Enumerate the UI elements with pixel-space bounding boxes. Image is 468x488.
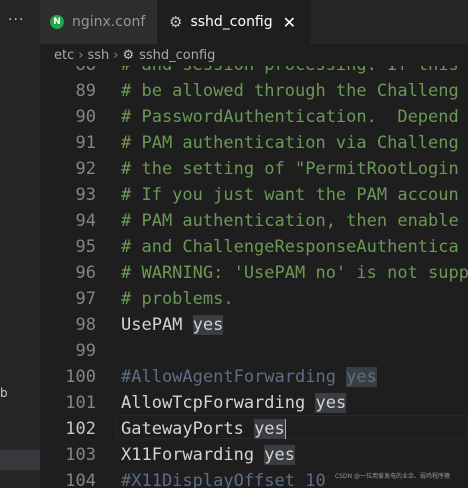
sidebar-selected-row[interactable] (0, 450, 40, 470)
comment-text: # PAM authentication, then enable (121, 211, 459, 231)
code-line: 92 # the setting of "PermitRootLogin (40, 156, 468, 182)
code-line: 100 #AllowAgentForwarding yes (40, 364, 468, 390)
sidebar-text-fragment: b (0, 386, 8, 400)
config-key: #AllowAgentForwarding (121, 367, 347, 387)
line-number: 103 (65, 445, 96, 465)
code-line: 95 # and ChallengeResponseAuthentica (40, 234, 468, 260)
line-number: 91 (75, 133, 96, 153)
comment-text: # PasswordAuthentication. Depend (121, 107, 459, 127)
code-line: 96 # WARNING: 'UsePAM no' is not supp (40, 260, 468, 286)
comment-text: # PAM authentication via Challeng (121, 133, 459, 153)
line-number: 92 (75, 159, 96, 179)
line-number: 99 (75, 341, 96, 361)
code-line: 91 # PAM authentication via Challeng (40, 130, 468, 156)
code-line: 103 X11Forwarding yes (40, 442, 468, 468)
commented-config-line: #AllowAgentForwarding yes (121, 364, 377, 390)
line-number: 94 (75, 211, 96, 231)
comment-text: #X11DisplayOffset 10 (121, 471, 326, 488)
breadcrumb-separator: › (78, 47, 84, 63)
text-cursor (284, 419, 286, 439)
code-line: 90 # PasswordAuthentication. Depend (40, 104, 468, 130)
code-line: 88 # and session processing. If this (40, 66, 468, 78)
comment-text: # the setting of "PermitRootLogin (121, 159, 459, 179)
config-key: AllowTcpForwarding (121, 393, 316, 413)
comment-text: # and session processing. If this (121, 66, 459, 78)
line-number: 96 (75, 263, 96, 283)
breadcrumb-item-etc[interactable]: etc (54, 48, 74, 63)
breadcrumb-separator: › (113, 47, 119, 63)
line-number: 88 (40, 66, 96, 78)
code-line-current: 102 GatewayPorts yes (40, 416, 468, 442)
config-key: GatewayPorts (121, 419, 255, 439)
close-icon[interactable]: ✕ (283, 13, 296, 32)
code-line: 101 AllowTcpForwarding yes (40, 390, 468, 416)
config-value-highlight: yes (264, 445, 296, 465)
config-value-highlight: yes (192, 315, 224, 335)
more-actions-icon[interactable]: ··· (8, 12, 24, 28)
comment-text: # WARNING: 'UsePAM no' is not supp (121, 263, 468, 283)
line-number: 100 (65, 367, 96, 387)
watermark: CSDN @一位用爱发电的业余、弱鸡程序猿 (334, 473, 450, 480)
comment-text: # be allowed through the Challeng (121, 81, 459, 101)
config-line: GatewayPorts yes (121, 416, 286, 442)
config-key: X11Forwarding (121, 445, 265, 465)
breadcrumb: etc › ssh › ⚙ sshd_config (40, 44, 468, 66)
line-number: 93 (75, 185, 96, 205)
line-number: 98 (75, 315, 96, 335)
nginx-icon: N (50, 15, 64, 29)
tab-strip: N nginx.conf ⚙ sshd_config ✕ (40, 0, 468, 44)
line-number: 101 (65, 393, 96, 413)
config-value-highlight: yes (254, 419, 285, 439)
config-line: X11Forwarding yes (121, 442, 296, 468)
comment-text: # problems. (121, 289, 234, 309)
code-line: 93 # If you just want the PAM accoun (40, 182, 468, 208)
config-key: UsePAM (121, 315, 193, 335)
code-line: 99 (40, 338, 468, 364)
line-number: 89 (75, 81, 96, 101)
line-number: 97 (75, 289, 96, 309)
tab-sshd-config[interactable]: ⚙ sshd_config ✕ (157, 0, 310, 44)
line-number: 90 (75, 107, 96, 127)
line-number: 102 (65, 419, 96, 439)
activity-bar: ··· b (0, 0, 40, 488)
config-line: AllowTcpForwarding yes (121, 390, 347, 416)
config-value-highlight: yes (346, 367, 377, 387)
breadcrumb-item-sshd-config[interactable]: sshd_config (139, 48, 215, 63)
config-line: UsePAM yes (121, 312, 224, 338)
tab-nginx-conf[interactable]: N nginx.conf (40, 0, 157, 44)
gear-icon: ⚙ (169, 13, 183, 31)
tab-label: sshd_config (190, 14, 273, 30)
gear-icon: ⚙ (122, 47, 135, 63)
code-line: 94 # PAM authentication, then enable (40, 208, 468, 234)
line-number: 104 (65, 471, 96, 488)
line-number: 95 (75, 237, 96, 257)
comment-text: # If you just want the PAM accoun (121, 185, 459, 205)
code-editor[interactable]: 88 # and session processing. If this 89 # … (40, 66, 468, 488)
code-line: 97 # problems. (40, 286, 468, 312)
comment-text: # and ChallengeResponseAuthentica (121, 237, 459, 257)
code-line: 89 # be allowed through the Challeng (40, 78, 468, 104)
config-value-highlight: yes (315, 393, 347, 413)
breadcrumb-item-ssh[interactable]: ssh (87, 48, 109, 63)
tab-label: nginx.conf (72, 14, 146, 30)
code-line: 98 UsePAM yes (40, 312, 468, 338)
